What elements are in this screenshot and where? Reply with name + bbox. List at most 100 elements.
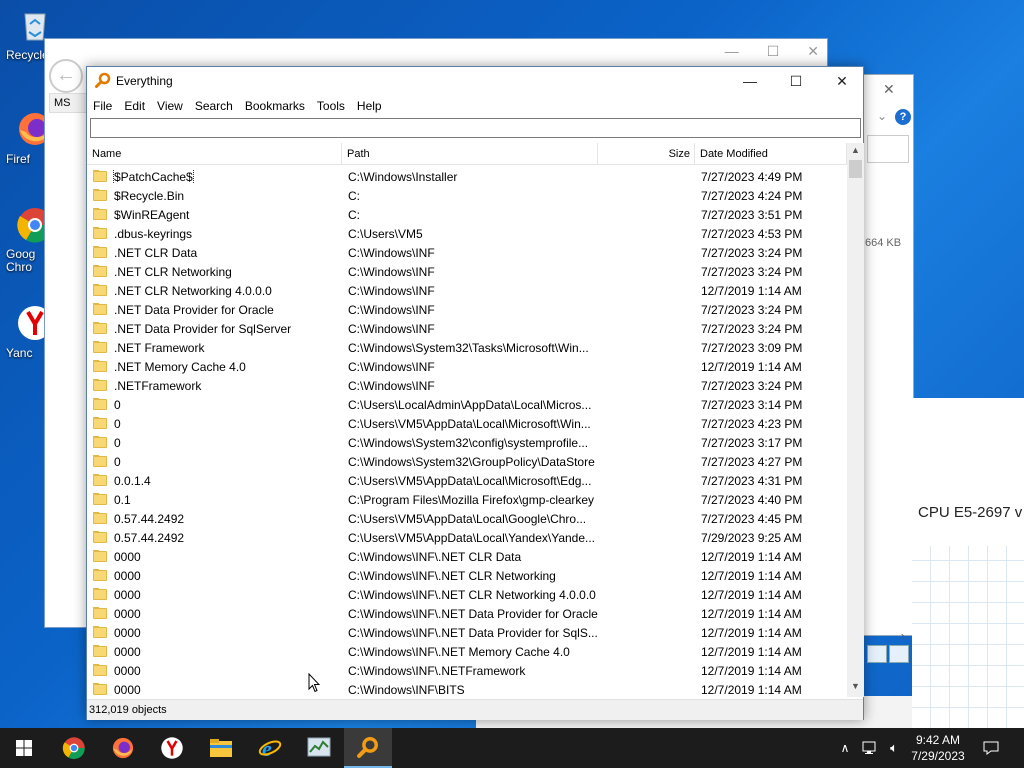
table-row[interactable]: .NETFramework C:\Windows\INF 7/27/2023 3:2… [87,376,847,395]
name-cell: $WinREAgent [87,207,342,222]
file-size-text: 664 KB [865,237,902,249]
show-hidden-icons-icon[interactable]: ∧ [836,728,854,768]
table-row[interactable]: 0000 C:\Windows\INF\.NETFramework 12/7/201… [87,661,847,680]
close-button[interactable]: ✕ [819,67,865,95]
file-name: .NET CLR Data [114,245,198,260]
name-cell: 0000 [87,587,342,602]
column-header-size[interactable]: Size [598,143,695,165]
file-name: .dbus-keyrings [114,226,193,241]
scroll-up-arrow-icon[interactable]: ▲ [847,145,864,155]
table-row[interactable]: .dbus-keyrings C:\Users\VM5 7/27/2023 4:53… [87,224,847,243]
close-icon[interactable]: ✕ [883,81,895,98]
menu-file[interactable]: File [93,95,118,117]
taskbar-internet-explorer[interactable]: e [246,728,294,768]
folder-icon [93,378,107,391]
path-cell: C:\Users\VM5\AppData\Local\Microsoft\Win… [348,416,591,431]
notifications-icon[interactable] [976,728,1006,768]
taskbar-firefox[interactable] [99,728,147,768]
scrollbar-thumb[interactable] [849,160,862,178]
view-toggle-buttons[interactable] [867,645,909,663]
clock-date: 7/29/2023 [911,749,965,763]
table-row[interactable]: $PatchCache$ C:\Windows\Installer 7/27/202… [87,167,847,186]
table-row[interactable]: $WinREAgent C: 7/27/2023 3:51 PM [87,205,847,224]
path-cell: C:\Windows\INF [348,283,435,298]
name-cell: 0.57.44.2492 [87,530,342,545]
table-row[interactable]: .NET Data Provider for SqlServer C:\Windo… [87,319,847,338]
back-arrow-icon[interactable]: ← [49,59,83,93]
menu-tools[interactable]: Tools [317,95,351,117]
table-row[interactable]: 0000 C:\Windows\INF\.NET Data Provider fo… [87,604,847,623]
firefox-icon [112,737,134,759]
table-row[interactable]: 0.1 C:\Program Files\Mozilla Firefox\gmp-… [87,490,847,509]
name-cell: 0000 [87,606,342,621]
menu-edit[interactable]: Edit [124,95,151,117]
date-modified-cell: 12/7/2019 1:14 AM [701,549,802,564]
table-row[interactable]: 0 C:\Windows\System32\GroupPolicy\DataSto… [87,452,847,471]
name-cell: .NET Data Provider for Oracle [87,302,342,317]
folder-icon [93,454,107,467]
table-row[interactable]: 0000 C:\Windows\INF\.NET Memory Cache 4.0… [87,642,847,661]
preview-view-icon[interactable] [889,645,909,663]
details-view-icon[interactable] [867,645,887,663]
table-row[interactable]: 0 C:\Users\VM5\AppData\Local\Microsoft\Wi… [87,414,847,433]
date-modified-cell: 12/7/2019 1:14 AM [701,283,802,298]
title-bar[interactable]: Everything — ☐ ✕ [87,67,863,95]
table-row[interactable]: 0000 C:\Windows\INF\BITS 12/7/2019 1:14 AM [87,680,847,697]
date-modified-cell: 7/27/2023 3:51 PM [701,207,803,222]
task-manager-window[interactable]: CPU E5-2697 v [912,398,1024,728]
column-header-date-modified[interactable]: Date Modified [695,143,847,165]
taskbar-everything[interactable] [344,728,392,768]
column-header-path[interactable]: Path [342,143,598,165]
menu-view[interactable]: View [157,95,189,117]
menu-search[interactable]: Search [195,95,239,117]
scroll-down-arrow-icon[interactable]: ▼ [847,681,864,691]
date-modified-cell: 7/27/2023 4:53 PM [701,226,803,241]
column-header-name[interactable]: Name [87,143,342,165]
table-row[interactable]: 0 C:\Users\LocalAdmin\AppData\Local\Micro… [87,395,847,414]
table-row[interactable]: .NET CLR Networking C:\Windows\INF 7/27/20… [87,262,847,281]
name-cell: 0000 [87,663,342,678]
background-properties-window[interactable]: ✕ ⌄ ? 664 KB › [862,74,914,663]
vertical-scrollbar[interactable]: ▲ ▼ [847,143,864,697]
table-row[interactable]: .NET Memory Cache 4.0 C:\Windows\INF 12/7/… [87,357,847,376]
folder-icon [93,188,107,201]
maximize-button[interactable]: ☐ [773,67,819,95]
start-button[interactable] [0,728,48,768]
table-row[interactable]: 0.57.44.2492 C:\Users\VM5\AppData\Local\G… [87,509,847,528]
taskbar-chrome[interactable] [50,728,98,768]
file-name: 0000 [114,587,141,602]
taskbar-yandex[interactable] [148,728,196,768]
help-icon[interactable]: ? [895,109,911,125]
taskbar-task-manager[interactable] [295,728,343,768]
file-name: 0 [114,435,121,450]
table-row[interactable]: .NET Framework C:\Windows\System32\Tasks\… [87,338,847,357]
folder-icon [93,264,107,277]
menu-bookmarks[interactable]: Bookmarks [245,95,311,117]
table-row[interactable]: 0000 C:\Windows\INF\.NET Data Provider fo… [87,623,847,642]
path-cell: C:\Windows\INF [348,302,435,317]
taskbar-file-explorer[interactable] [197,728,245,768]
table-row[interactable]: 0000 C:\Windows\INF\.NET CLR Networking 12… [87,566,847,585]
table-row[interactable]: 0000 C:\Windows\INF\.NET CLR Data 12/7/201… [87,547,847,566]
results-list[interactable]: $PatchCache$ C:\Windows\Installer 7/27/202… [87,167,847,697]
chevron-right-icon[interactable]: › [901,629,905,643]
network-icon[interactable] [858,728,882,768]
table-row[interactable]: .NET CLR Data C:\Windows\INF 7/27/2023 3:2… [87,243,847,262]
system-clock[interactable]: 9:42 AM 7/29/2023 [898,732,978,764]
file-name: 0 [114,397,121,412]
chevron-down-icon[interactable]: ⌄ [877,109,887,123]
menu-help[interactable]: Help [357,95,388,117]
table-row[interactable]: $Recycle.Bin C: 7/27/2023 4:24 PM [87,186,847,205]
search-input[interactable] [90,118,861,138]
folder-icon [93,340,107,353]
table-row[interactable]: 0000 C:\Windows\INF\.NET CLR Networking 4… [87,585,847,604]
everything-window[interactable]: Everything — ☐ ✕ File Edit View Search B… [86,66,864,720]
table-row[interactable]: .NET Data Provider for Oracle C:\Windows\… [87,300,847,319]
table-row[interactable]: .NET CLR Networking 4.0.0.0 C:\Windows\IN… [87,281,847,300]
table-row[interactable]: 0.0.1.4 C:\Users\VM5\AppData\Local\Micros… [87,471,847,490]
table-row[interactable]: 0 C:\Windows\System32\config\systemprofil… [87,433,847,452]
folder-icon [93,568,107,581]
path-cell: C:\Users\VM5\AppData\Local\Yandex\Yande.… [348,530,596,545]
minimize-button[interactable]: — [727,67,773,95]
table-row[interactable]: 0.57.44.2492 C:\Users\VM5\AppData\Local\Y… [87,528,847,547]
